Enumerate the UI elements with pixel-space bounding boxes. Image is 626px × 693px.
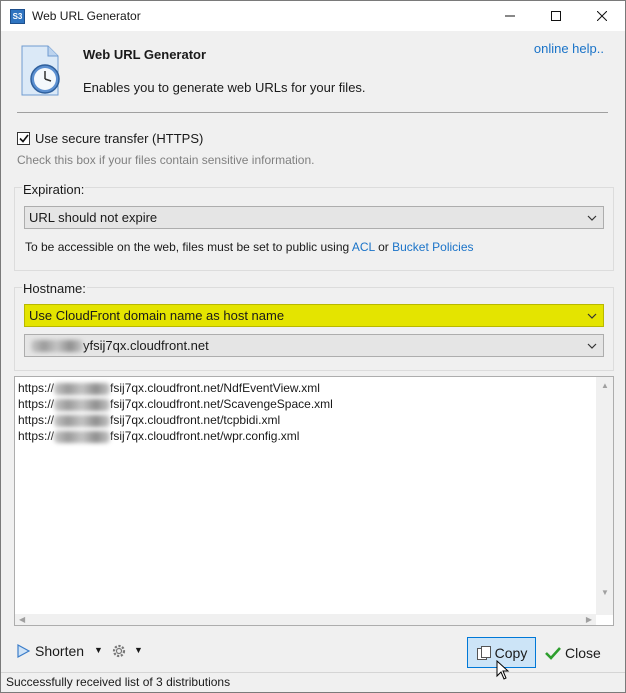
copy-icon	[476, 645, 491, 660]
expiration-select[interactable]: URL should not expire	[24, 206, 604, 229]
hostname-mode-select[interactable]: Use CloudFront domain name as host name	[24, 304, 604, 327]
app-icon: S3	[10, 9, 25, 24]
bottom-toolbar: Shorten ▼ ▼ Copy Close	[1, 634, 625, 672]
chevron-down-icon	[587, 313, 597, 319]
expiration-selected-value: URL should not expire	[29, 210, 158, 225]
expiration-note: To be accessible on the web, files must …	[25, 240, 474, 254]
checkmark-icon	[18, 134, 29, 143]
vertical-scrollbar[interactable]: ▲ ▼	[596, 377, 613, 615]
url-output-textbox[interactable]: https://fsij7qx.cloudfront.net/NdfEventV…	[14, 376, 614, 626]
scroll-right-icon[interactable]: ▶	[586, 615, 592, 624]
domain-select[interactable]: yfsij7qx.cloudfront.net	[24, 334, 604, 357]
gear-icon	[112, 644, 126, 658]
web-url-generator-window: S3 Web URL Generator Web URL Generator E…	[0, 0, 626, 693]
shorten-dropdown-arrow[interactable]: ▼	[94, 645, 103, 655]
expiration-note-or: or	[378, 240, 389, 254]
mouse-cursor-icon	[496, 659, 510, 684]
url-line: https://fsij7qx.cloudfront.net/ScavengeS…	[18, 397, 333, 411]
hostname-mode-selected-value: Use CloudFront domain name as host name	[29, 308, 285, 323]
close-icon	[597, 11, 607, 21]
shorten-button[interactable]: Shorten	[16, 643, 84, 659]
minimize-icon	[505, 15, 515, 17]
horizontal-scrollbar[interactable]: ◀ ▶	[15, 614, 596, 625]
chevron-down-icon	[587, 215, 597, 221]
minimize-button[interactable]	[487, 1, 533, 31]
https-checkbox[interactable]	[17, 132, 30, 145]
scroll-left-icon[interactable]: ◀	[19, 615, 25, 624]
expiration-label: Expiration:	[22, 182, 86, 197]
redacted-domain-prefix	[31, 339, 83, 352]
url-line: https://fsij7qx.cloudfront.net/tcpbidi.x…	[18, 413, 281, 427]
url-line: https://fsij7qx.cloudfront.net/wpr.confi…	[18, 429, 300, 443]
https-hint: Check this box if your files contain sen…	[17, 153, 315, 167]
header-title: Web URL Generator	[83, 47, 207, 62]
acl-link[interactable]: ACL	[352, 240, 375, 254]
domain-selected-value: yfsij7qx.cloudfront.net	[83, 338, 209, 353]
window-title: Web URL Generator	[32, 9, 141, 23]
maximize-icon	[551, 11, 561, 21]
redacted-segment	[54, 414, 111, 427]
settings-button[interactable]	[111, 643, 127, 659]
redacted-segment	[54, 430, 111, 443]
status-bar: Successfully received list of 3 distribu…	[1, 672, 625, 692]
title-bar: S3 Web URL Generator	[1, 1, 625, 31]
redacted-segment	[54, 382, 111, 395]
close-button-label: Close	[565, 644, 601, 661]
chevron-down-icon	[587, 343, 597, 349]
document-clock-icon	[18, 45, 66, 97]
scroll-down-icon[interactable]: ▼	[601, 588, 609, 597]
https-checkbox-label: Use secure transfer (HTTPS)	[35, 131, 204, 146]
checkmark-icon	[545, 646, 561, 660]
expiration-note-text: To be accessible on the web, files must …	[25, 240, 350, 254]
header-description: Enables you to generate web URLs for you…	[83, 80, 366, 95]
close-window-button[interactable]	[579, 1, 625, 31]
play-icon	[17, 644, 30, 658]
hostname-label: Hostname:	[22, 281, 87, 296]
shorten-button-label: Shorten	[35, 643, 85, 659]
close-button[interactable]: Close	[545, 637, 601, 668]
hostname-group	[14, 287, 614, 371]
online-help-link[interactable]: online help..	[534, 41, 604, 56]
https-checkbox-row[interactable]: Use secure transfer (HTTPS)	[17, 131, 203, 146]
settings-dropdown-arrow[interactable]: ▼	[134, 645, 143, 655]
url-line: https://fsij7qx.cloudfront.net/NdfEventV…	[18, 381, 320, 395]
scroll-up-icon[interactable]: ▲	[601, 381, 609, 390]
header-separator	[17, 112, 608, 113]
copy-button-label: Copy	[494, 644, 528, 661]
maximize-button[interactable]	[533, 1, 579, 31]
status-text: Successfully received list of 3 distribu…	[6, 675, 231, 689]
expiration-group	[14, 187, 614, 271]
bucket-policies-link[interactable]: Bucket Policies	[392, 240, 473, 254]
redacted-segment	[54, 398, 111, 411]
